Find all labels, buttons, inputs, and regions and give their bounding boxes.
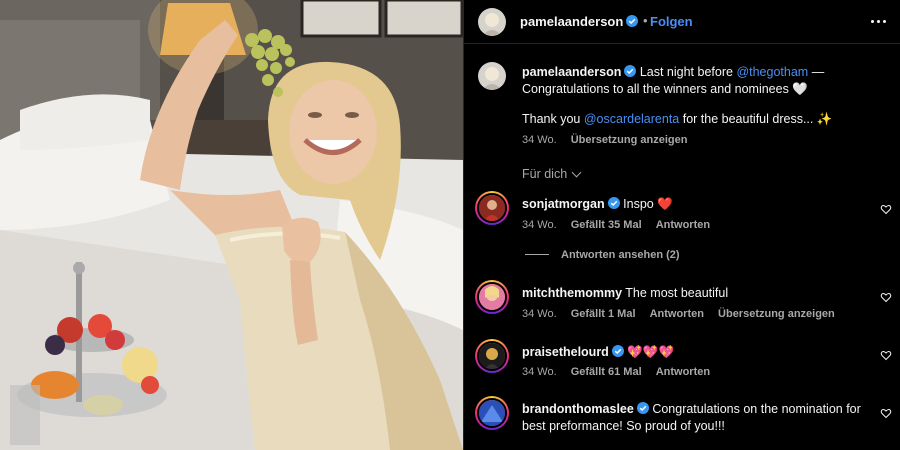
caption-time: 34 Wo. <box>522 134 557 146</box>
comment-body: 💖💖💖 <box>627 345 675 359</box>
comment-likes[interactable]: Gefällt 61 Mal <box>571 366 642 378</box>
reply-button[interactable]: Antworten <box>656 219 710 231</box>
mention-oscardelarenta[interactable]: @oscardelarenta <box>584 112 679 126</box>
caption-line2-after: for the beautiful dress... ✨ <box>682 112 833 126</box>
comment-username[interactable]: mitchthemommy <box>522 286 622 300</box>
comment-text-2: mitchthemommy The most beautiful <box>522 285 867 302</box>
like-heart-icon[interactable] <box>880 349 892 361</box>
verified-badge-icon <box>607 197 620 209</box>
mention-thegotham[interactable]: @thegotham <box>736 65 808 79</box>
view-replies-label: Antworten ansehen (2) <box>561 249 680 261</box>
comment-meta-3: 34 Wo. Gefällt 61 Mal Antworten <box>522 366 721 378</box>
reply-button[interactable]: Antworten <box>656 366 710 378</box>
reply-button[interactable]: Antworten <box>650 308 704 320</box>
comment-avatar-mitchthemommy[interactable] <box>475 280 509 314</box>
author-avatar[interactable] <box>478 8 506 36</box>
instagram-post-view: pamelaanderson • Folgen pamelaanderson L… <box>0 0 900 450</box>
comment-username[interactable]: sonjatmorgan <box>522 197 605 211</box>
comment-body: The most beautiful <box>625 286 729 300</box>
separator-dot: • <box>643 13 648 28</box>
more-options-icon[interactable] <box>869 13 889 29</box>
comment-time: 34 Wo. <box>522 308 557 320</box>
comment-username[interactable]: brandonthomaslee <box>522 402 634 416</box>
comment-avatar-sonjatmorgan[interactable] <box>475 191 509 225</box>
post-header: pamelaanderson • Folgen <box>464 0 900 44</box>
comment-time: 34 Wo. <box>522 366 557 378</box>
author-username-text[interactable]: pamelaanderson <box>520 14 623 29</box>
chevron-down-icon <box>571 167 582 178</box>
comment-sort-dropdown[interactable]: Für dich <box>522 167 582 181</box>
like-heart-icon[interactable] <box>880 203 892 215</box>
photo-illustration <box>0 0 463 450</box>
verified-badge-icon <box>636 402 649 414</box>
comment-text-3: praisethelourd 💖💖💖 <box>522 344 867 361</box>
post-photo[interactable] <box>0 0 463 450</box>
caption-avatar[interactable] <box>478 62 506 90</box>
comment-meta-1: 34 Wo. Gefällt 35 Mal Antworten <box>522 219 721 231</box>
comment-sort-label: Für dich <box>522 167 568 181</box>
like-heart-icon[interactable] <box>880 407 892 419</box>
caption-translate-button[interactable]: Übersetzung anzeigen <box>571 134 688 146</box>
verified-badge-icon <box>626 15 639 27</box>
caption-line-2: Thank you @oscardelarenta for the beauti… <box>522 111 882 128</box>
caption-text: pamelaanderson Last night before @thegot… <box>522 64 872 98</box>
comment-avatar-praisethelourd[interactable] <box>475 339 509 373</box>
verified-badge-icon <box>611 345 624 357</box>
comment-text-4: brandonthomaslee Congratulations on the … <box>522 401 867 435</box>
caption-username[interactable]: pamelaanderson <box>522 65 621 79</box>
comment-meta-2: 34 Wo. Gefällt 1 Mal Antworten Übersetzu… <box>522 308 846 320</box>
view-replies-button[interactable]: Antworten ansehen (2) <box>525 249 680 261</box>
comment-likes[interactable]: Gefällt 35 Mal <box>571 219 642 231</box>
caption-line2-before: Thank you <box>522 112 581 126</box>
author-username[interactable]: pamelaanderson <box>520 14 639 29</box>
comment-username[interactable]: praisethelourd <box>522 345 609 359</box>
post-detail-panel: pamelaanderson • Folgen pamelaanderson L… <box>463 0 900 450</box>
comment-body: Inspo ❤️ <box>623 197 673 211</box>
comment-text-1: sonjatmorgan Inspo ❤️ <box>522 196 867 213</box>
follow-button[interactable]: Folgen <box>650 14 693 29</box>
verified-badge-icon <box>624 65 637 77</box>
comment-likes[interactable]: Gefällt 1 Mal <box>571 308 636 320</box>
replies-divider <box>525 254 549 255</box>
translate-button[interactable]: Übersetzung anzeigen <box>718 308 835 320</box>
caption-text-before: Last night before <box>639 65 733 79</box>
caption-meta: 34 Wo. Übersetzung anzeigen <box>522 134 698 146</box>
comment-time: 34 Wo. <box>522 219 557 231</box>
comment-avatar-brandonthomaslee[interactable] <box>475 396 509 430</box>
like-heart-icon[interactable] <box>880 291 892 303</box>
